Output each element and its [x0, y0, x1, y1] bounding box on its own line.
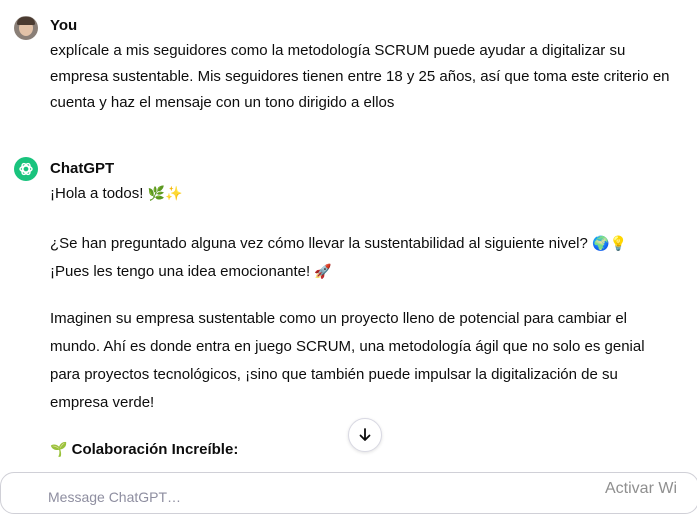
chatgpt-avatar [14, 157, 38, 181]
assistant-author-name: ChatGPT [50, 160, 115, 177]
arrow-down-icon [359, 428, 371, 441]
openai-logo-icon [19, 162, 33, 176]
composer-placeholder[interactable]: Message ChatGPT… [48, 489, 181, 505]
assistant-paragraph-1: ¿Se han preguntado alguna vez cómo lleva… [50, 230, 677, 286]
heading-emoji: 🌱 [50, 442, 68, 458]
activation-watermark: Activar Wi [605, 480, 677, 497]
user-author-name: You [50, 17, 78, 34]
user-avatar [14, 16, 38, 40]
greeting-text: ¡Hola a todos! [50, 185, 144, 202]
assistant-paragraph-2: Imaginen su empresa sustentable como un … [50, 310, 645, 411]
user-message-text: explícale a mis seguidores como la metod… [50, 42, 670, 111]
p1-line1-emoji: 🌍💡 [592, 236, 627, 252]
greeting-emoji: 🌿✨ [147, 186, 183, 202]
p1-line2-emoji: 🚀 [314, 264, 332, 280]
p1-line2-text: ¡Pues les tengo una idea emocionante! [50, 263, 311, 280]
p1-line1-text: ¿Se han preguntado alguna vez cómo lleva… [50, 235, 588, 252]
heading-text: Colaboración Increíble: [71, 441, 239, 458]
assistant-greeting: ¡Hola a todos! 🌿✨ [50, 181, 677, 207]
scroll-down-button[interactable] [348, 418, 382, 452]
